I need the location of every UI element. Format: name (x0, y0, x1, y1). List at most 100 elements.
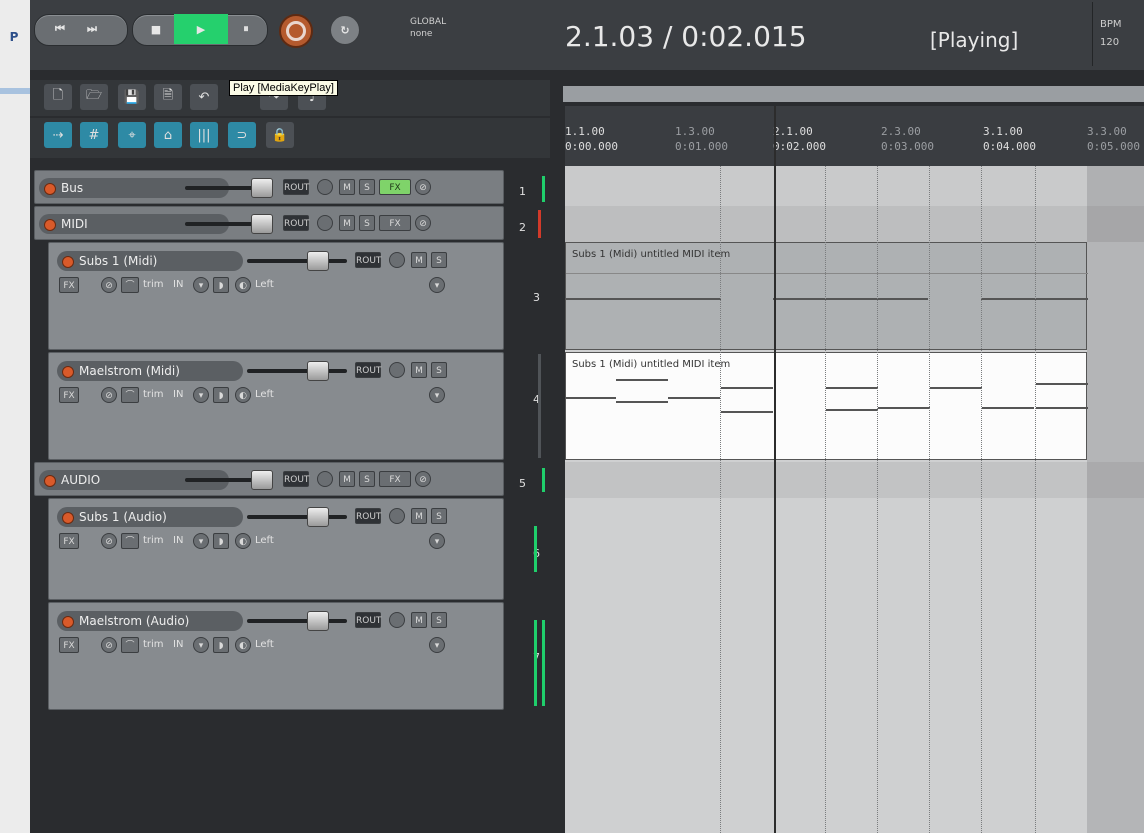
track-name[interactable]: Subs 1 (Audio) (57, 507, 243, 527)
pan-knob[interactable] (317, 179, 333, 195)
envelope-icon[interactable]: ⌒ (121, 387, 139, 403)
volume-fader-knob[interactable] (307, 611, 329, 631)
pan-mode-icon[interactable]: ◐ (235, 277, 251, 293)
solo-button[interactable]: S (431, 508, 447, 524)
track-midi[interactable]: MIDI ROUT M S FX ⊘ 2 (34, 206, 526, 240)
fx-button[interactable]: FX (59, 277, 79, 293)
pan-mode-icon[interactable]: ◐ (235, 387, 251, 403)
phase-icon[interactable]: ⊘ (101, 387, 117, 403)
pan-mode-icon[interactable]: ◐ (235, 637, 251, 653)
volume-fader-knob[interactable] (251, 214, 273, 234)
track-name[interactable]: Maelstrom (Midi) (57, 361, 243, 381)
pan-dropdown-icon[interactable]: ▾ (429, 533, 445, 549)
arrange-view[interactable]: Subs 1 (Midi) untitled MIDI item Subs 1 … (565, 166, 1144, 833)
timeline-scroll-track[interactable] (563, 86, 1144, 102)
monitor-icon[interactable]: ◗ (213, 277, 229, 293)
solo-button[interactable]: S (359, 179, 375, 195)
global-loop-toggle[interactable]: GLOBAL none (410, 16, 446, 40)
mute-button[interactable]: M (411, 362, 427, 378)
project-settings-icon[interactable]: 🗎 (154, 84, 182, 110)
pan-mode-icon[interactable]: ◐ (235, 533, 251, 549)
play-cursor[interactable] (774, 106, 776, 833)
pan-dropdown-icon[interactable]: ▾ (429, 637, 445, 653)
input-select-icon[interactable]: ▾ (193, 533, 209, 549)
pan-knob[interactable] (317, 215, 333, 231)
pan-knob[interactable] (389, 508, 405, 524)
pan-dropdown-icon[interactable]: ▾ (429, 387, 445, 403)
route-button[interactable]: ROUT (355, 508, 381, 524)
route-button[interactable]: ROUT (355, 612, 381, 628)
track-subs-audio[interactable]: Subs 1 (Audio) ROUT M S FX ⊘ ⌒ trim IN ▾… (48, 498, 540, 600)
undo-icon[interactable]: ↶ (190, 84, 218, 110)
mute-button[interactable]: M (411, 612, 427, 628)
phase-icon[interactable]: ⊘ (415, 471, 431, 487)
pan-knob[interactable] (389, 362, 405, 378)
volume-fader-knob[interactable] (307, 507, 329, 527)
envelope-points-icon[interactable]: ⌂ (154, 122, 182, 148)
solo-button[interactable]: S (431, 252, 447, 268)
volume-fader[interactable] (247, 619, 347, 623)
loop-points-icon[interactable]: ⊃ (228, 122, 256, 148)
route-button[interactable]: ROUT (355, 252, 381, 268)
monitor-icon[interactable]: ◗ (213, 533, 229, 549)
track-subs-midi[interactable]: Subs 1 (Midi) ROUT M S FX ⊘ ⌒ trim IN ▾ … (48, 242, 540, 350)
new-project-icon[interactable]: 🗋 (44, 84, 72, 110)
mute-button[interactable]: M (339, 215, 355, 231)
route-button[interactable]: ROUT (283, 179, 309, 195)
pause-button[interactable]: ⏸ (228, 14, 264, 44)
solo-button[interactable]: S (359, 215, 375, 231)
fx-button[interactable]: FX (379, 215, 411, 231)
solo-button[interactable]: S (431, 362, 447, 378)
route-button[interactable]: ROUT (283, 471, 309, 487)
track-name[interactable]: Maelstrom (Audio) (57, 611, 243, 631)
repeat-button[interactable]: ↻ (330, 15, 360, 45)
volume-fader-knob[interactable] (251, 178, 273, 198)
envelope-icon[interactable]: ⌒ (121, 533, 139, 549)
input-select-icon[interactable]: ▾ (193, 277, 209, 293)
envelope-icon[interactable]: ⌒ (121, 277, 139, 293)
monitor-icon[interactable]: ◗ (213, 637, 229, 653)
input-select-icon[interactable]: ▾ (193, 637, 209, 653)
mute-button[interactable]: M (411, 508, 427, 524)
track-maelstrom-audio[interactable]: Maelstrom (Audio) ROUT M S FX ⊘ ⌒ trim I… (48, 602, 540, 710)
go-to-end-button[interactable]: ⏭ (80, 14, 104, 44)
record-button[interactable] (279, 14, 313, 48)
phase-icon[interactable]: ⊘ (101, 277, 117, 293)
volume-fader[interactable] (247, 259, 347, 263)
midi-item[interactable]: Subs 1 (Midi) untitled MIDI item (565, 352, 1088, 460)
lock-icon[interactable]: 🔒 (266, 122, 294, 148)
fx-button[interactable]: FX (59, 387, 79, 403)
mute-button[interactable]: M (339, 471, 355, 487)
input-select-icon[interactable]: ▾ (193, 387, 209, 403)
grid-snap-icon[interactable]: # (80, 122, 108, 148)
save-project-icon[interactable]: 💾 (118, 84, 146, 110)
fx-button[interactable]: FX (379, 471, 411, 487)
solo-button[interactable]: S (359, 471, 375, 487)
play-button[interactable]: ▶ (174, 14, 228, 44)
mute-button[interactable]: M (411, 252, 427, 268)
track-maelstrom-midi[interactable]: Maelstrom (Midi) ROUT M S FX ⊘ ⌒ trim IN… (48, 352, 540, 460)
track-bus[interactable]: Bus ROUT M S FX ⊘ 1 (34, 170, 526, 204)
track-name[interactable]: Subs 1 (Midi) (57, 251, 243, 271)
fx-button[interactable]: FX (379, 179, 411, 195)
track-audio[interactable]: AUDIO ROUT M S FX ⊘ 5 (34, 462, 526, 496)
crossfade-icon[interactable]: ||| (190, 122, 218, 148)
monitor-icon[interactable]: ◗ (213, 387, 229, 403)
volume-fader[interactable] (247, 369, 347, 373)
phase-icon[interactable]: ⊘ (415, 179, 431, 195)
route-button[interactable]: ROUT (355, 362, 381, 378)
go-to-start-button[interactable]: ⏮ (48, 14, 72, 44)
volume-fader-knob[interactable] (251, 470, 273, 490)
volume-fader-knob[interactable] (307, 251, 329, 271)
solo-button[interactable]: S (431, 612, 447, 628)
item-grouping-icon[interactable]: ⌖ (118, 122, 146, 148)
fx-button[interactable]: FX (59, 533, 79, 549)
midi-item[interactable]: Subs 1 (Midi) untitled MIDI item (565, 242, 1088, 350)
stop-button[interactable]: ■ (138, 14, 174, 44)
bpm-display[interactable]: BPM 120 (1100, 16, 1122, 52)
pan-knob[interactable] (389, 612, 405, 628)
pan-knob[interactable] (389, 252, 405, 268)
phase-icon[interactable]: ⊘ (415, 215, 431, 231)
pan-dropdown-icon[interactable]: ▾ (429, 277, 445, 293)
envelope-icon[interactable]: ⌒ (121, 637, 139, 653)
